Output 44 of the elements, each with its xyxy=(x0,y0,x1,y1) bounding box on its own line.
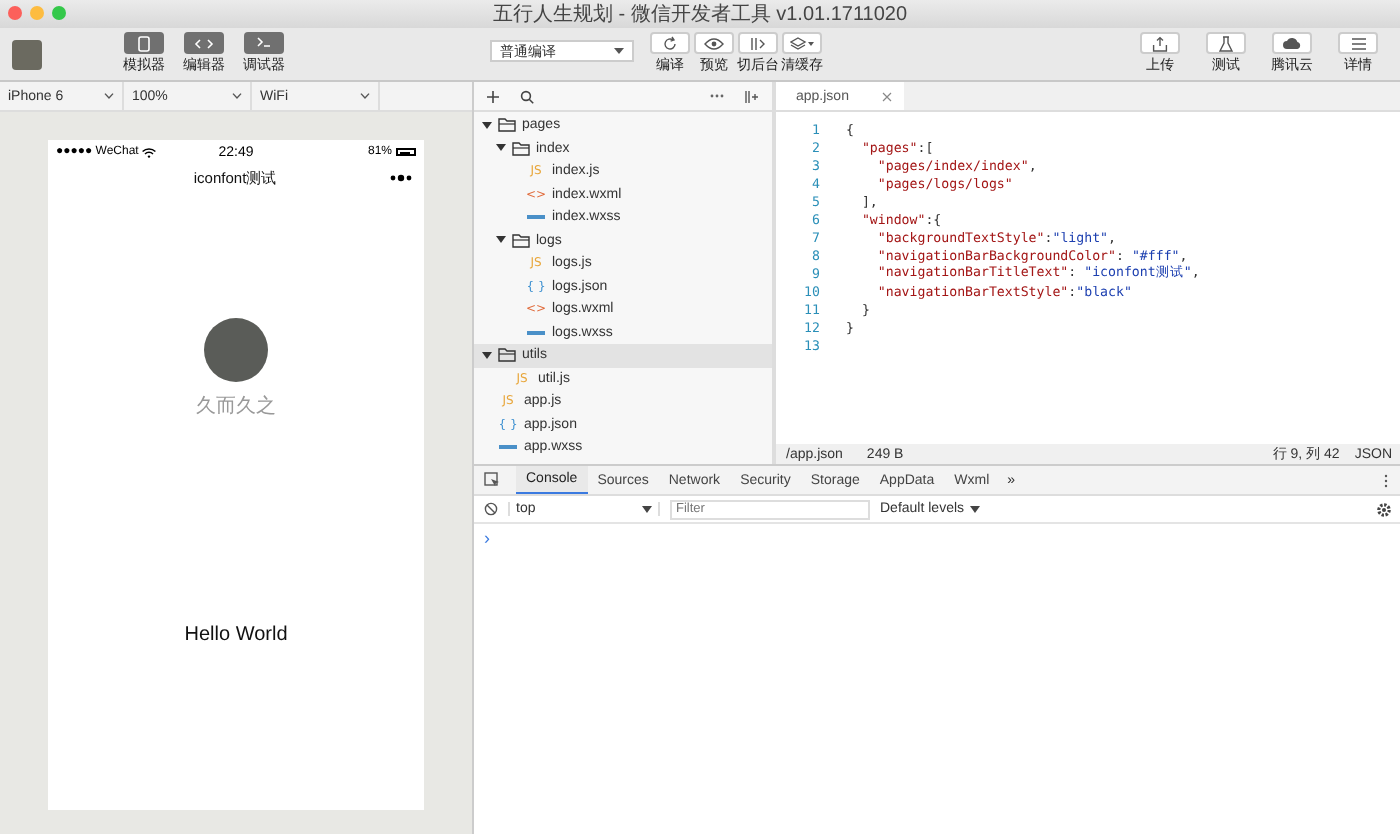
expand-triangle-icon xyxy=(482,121,492,130)
flask-icon xyxy=(1218,35,1234,51)
chevron-icon xyxy=(360,92,370,100)
caret-icon xyxy=(970,505,981,513)
folder-icon xyxy=(512,141,530,156)
chevron-icon xyxy=(104,92,114,100)
add-icon[interactable] xyxy=(486,89,500,103)
eye-icon xyxy=(703,37,723,49)
wifi-icon xyxy=(142,147,157,157)
battery-icon xyxy=(396,148,416,156)
layers-icon xyxy=(789,36,813,50)
style-file-icon xyxy=(526,214,546,221)
expand-triangle-icon xyxy=(496,236,506,245)
menu-icon xyxy=(1351,37,1365,49)
refresh-icon xyxy=(661,35,677,51)
clear-console-icon[interactable] xyxy=(484,502,498,516)
greeting-text: Hello World xyxy=(184,624,288,646)
caret-icon xyxy=(642,505,652,513)
phone-icon xyxy=(138,35,150,51)
close-icon[interactable] xyxy=(882,91,892,101)
settings-icon[interactable] xyxy=(1376,501,1392,517)
caret-icon xyxy=(614,47,624,55)
console-prompt[interactable]: › xyxy=(484,528,490,548)
chevron-icon xyxy=(232,92,242,100)
nickname-text: 久而久之 xyxy=(196,393,276,420)
avatar-placeholder[interactable] xyxy=(12,39,42,69)
switch-icon xyxy=(749,37,765,49)
style-file-icon xyxy=(498,444,518,451)
style-file-icon xyxy=(526,329,546,336)
expand-triangle-icon xyxy=(482,351,492,360)
cloud-icon xyxy=(1282,36,1302,50)
upload-icon xyxy=(1152,35,1168,51)
window-title: 五行人生规划 - 微信开发者工具 v1.01.1711020 xyxy=(492,1,908,28)
debug-icon xyxy=(256,36,272,50)
folder-icon xyxy=(498,118,516,133)
code-icon xyxy=(194,37,214,49)
more-icon[interactable] xyxy=(390,174,412,182)
folder-icon xyxy=(498,348,516,363)
search-icon[interactable] xyxy=(520,89,534,103)
split-icon[interactable] xyxy=(744,89,758,103)
folder-icon xyxy=(512,233,530,248)
avatar-placeholder xyxy=(204,318,268,382)
expand-triangle-icon xyxy=(496,144,506,153)
inspect-icon[interactable] xyxy=(484,472,500,488)
